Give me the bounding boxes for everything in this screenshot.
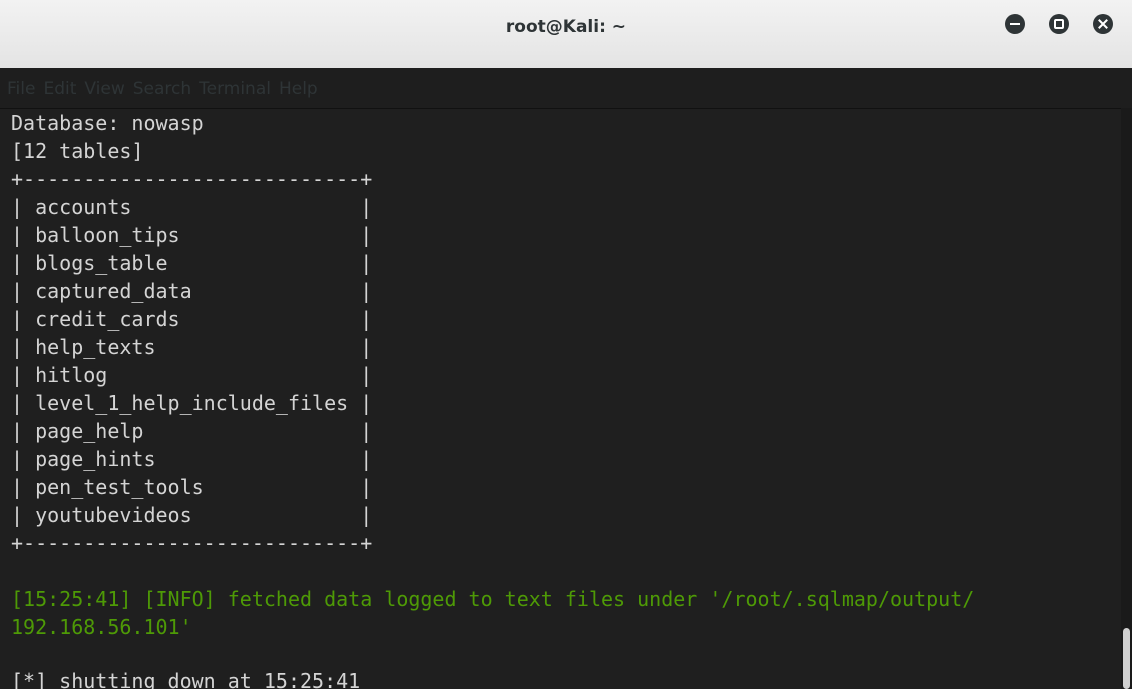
terminal-window: root@Kali: ~ File Edit View Search Termi… <box>0 0 1132 689</box>
terminal-output[interactable]: Database: nowasp [12 tables] +----------… <box>0 108 1121 689</box>
terminal-line: | credit_cards | <box>11 307 373 331</box>
terminal-line: Database: nowasp <box>11 111 204 135</box>
title-bar[interactable]: root@Kali: ~ <box>0 0 1132 68</box>
terminal-line-info: [15:25:41] [INFO] fetched data logged to… <box>11 587 975 611</box>
menu-bar: File Edit View Search Terminal Help <box>0 72 326 106</box>
menu-file[interactable]: File <box>7 77 35 101</box>
menu-terminal[interactable]: Terminal <box>199 77 271 101</box>
close-button[interactable] <box>1093 14 1113 34</box>
terminal-line: | level_1_help_include_files | <box>11 391 373 415</box>
minimize-button[interactable] <box>1005 14 1025 34</box>
terminal-line: | captured_data | <box>11 279 373 303</box>
scrollbar-thumb[interactable] <box>1123 628 1130 689</box>
terminal-line: | youtubevideos | <box>11 503 373 527</box>
terminal-scrollbar[interactable] <box>1121 108 1132 689</box>
terminal-line: | page_help | <box>11 419 373 443</box>
terminal-line: | balloon_tips | <box>11 223 373 247</box>
terminal-line: | page_hints | <box>11 447 373 471</box>
terminal-line: +----------------------------+ <box>11 167 373 191</box>
terminal-line-info: 192.168.56.101' <box>11 615 192 639</box>
terminal-line: | pen_test_tools | <box>11 475 373 499</box>
menu-help[interactable]: Help <box>279 77 318 101</box>
terminal-line: [*] shutting down at 15:25:41 <box>11 669 361 689</box>
terminal-line: | blogs_table | <box>11 251 373 275</box>
maximize-button[interactable] <box>1049 14 1069 34</box>
terminal-line: [12 tables] <box>11 139 144 163</box>
menu-edit[interactable]: Edit <box>43 77 76 101</box>
terminal-line: | hitlog | <box>11 363 373 387</box>
terminal-line: | accounts | <box>11 195 373 219</box>
window-title: root@Kali: ~ <box>505 17 627 37</box>
terminal-line: +----------------------------+ <box>11 531 373 555</box>
menu-search[interactable]: Search <box>133 77 191 101</box>
terminal-line: | help_texts | <box>11 335 373 359</box>
menu-view[interactable]: View <box>84 77 124 101</box>
